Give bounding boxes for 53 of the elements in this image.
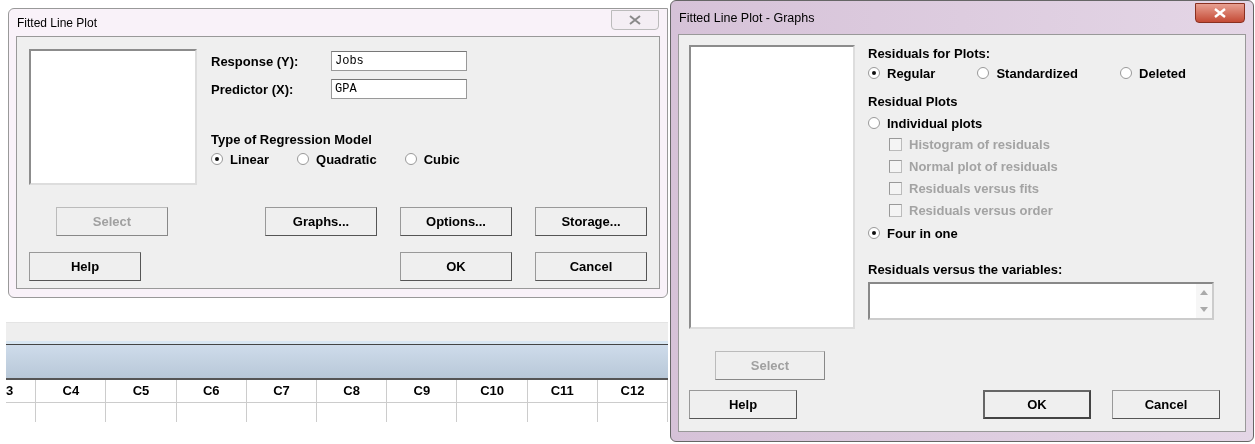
table-cell (317, 402, 388, 422)
table-cell (597, 402, 669, 422)
column-header: C5 (106, 380, 177, 402)
close-icon (1214, 7, 1226, 18)
window-title: Fitted Line Plot - Graphs (679, 10, 815, 25)
column-header: C11 (527, 380, 598, 402)
table-cell (457, 402, 528, 422)
column-header: 3 (6, 380, 37, 402)
radio-option[interactable]: Standardized (977, 63, 1079, 83)
field-label: Residuals versus the variables: (868, 261, 1064, 279)
dialog-button[interactable]: Cancel (535, 252, 647, 281)
radio-option[interactable]: Four in one (868, 223, 1200, 243)
radio-option[interactable]: Individual plots (868, 113, 1200, 133)
close-icon (629, 14, 641, 25)
input-field[interactable]: GPA (331, 79, 467, 99)
dialog-button[interactable]: Options... (400, 207, 512, 236)
radio-option[interactable]: Regular (868, 63, 936, 83)
dialog-button[interactable]: OK (400, 252, 512, 281)
field-label: Predictor (X): (211, 81, 295, 97)
input-field[interactable] (868, 282, 1214, 320)
column-header: C4 (36, 380, 107, 402)
table-cell (6, 402, 37, 422)
radio-option[interactable]: Quadratic (297, 149, 377, 169)
column-header: C12 (597, 380, 669, 402)
window-title: Fitted Line Plot (17, 15, 98, 30)
dialog-button[interactable]: Help (29, 252, 141, 281)
table-cell (106, 402, 177, 422)
radio-option[interactable]: Linear (211, 149, 269, 169)
table-cell (387, 402, 458, 422)
input-field[interactable]: Jobs (331, 51, 467, 71)
field-label: Response (Y): (211, 53, 300, 69)
dialog-button[interactable]: Storage... (535, 207, 647, 236)
column-header: C10 (457, 380, 528, 402)
dialog-button[interactable]: Graphs... (265, 207, 377, 236)
column-header: C9 (387, 380, 458, 402)
group-label: Residuals for Plots: (868, 45, 992, 63)
table-cell (527, 402, 598, 422)
dialog-button[interactable]: OK (983, 390, 1091, 419)
radio-option[interactable]: Cubic (404, 149, 460, 169)
variable-list[interactable] (29, 49, 197, 185)
column-header: C8 (317, 380, 388, 402)
table-cell (176, 402, 247, 422)
table-cell (36, 402, 107, 422)
table-cell (246, 402, 318, 422)
column-header: C7 (246, 380, 318, 402)
dialog-button[interactable]: Help (689, 390, 797, 419)
column-header: C6 (176, 380, 247, 402)
radio-option[interactable]: Deleted (1120, 63, 1186, 83)
group-label: Residual Plots (868, 93, 959, 111)
group-label: Type of Regression Model (211, 131, 373, 149)
scroll-bar[interactable] (1196, 284, 1212, 318)
dialog-button[interactable]: Cancel (1112, 390, 1220, 419)
close-button[interactable] (1195, 2, 1245, 23)
